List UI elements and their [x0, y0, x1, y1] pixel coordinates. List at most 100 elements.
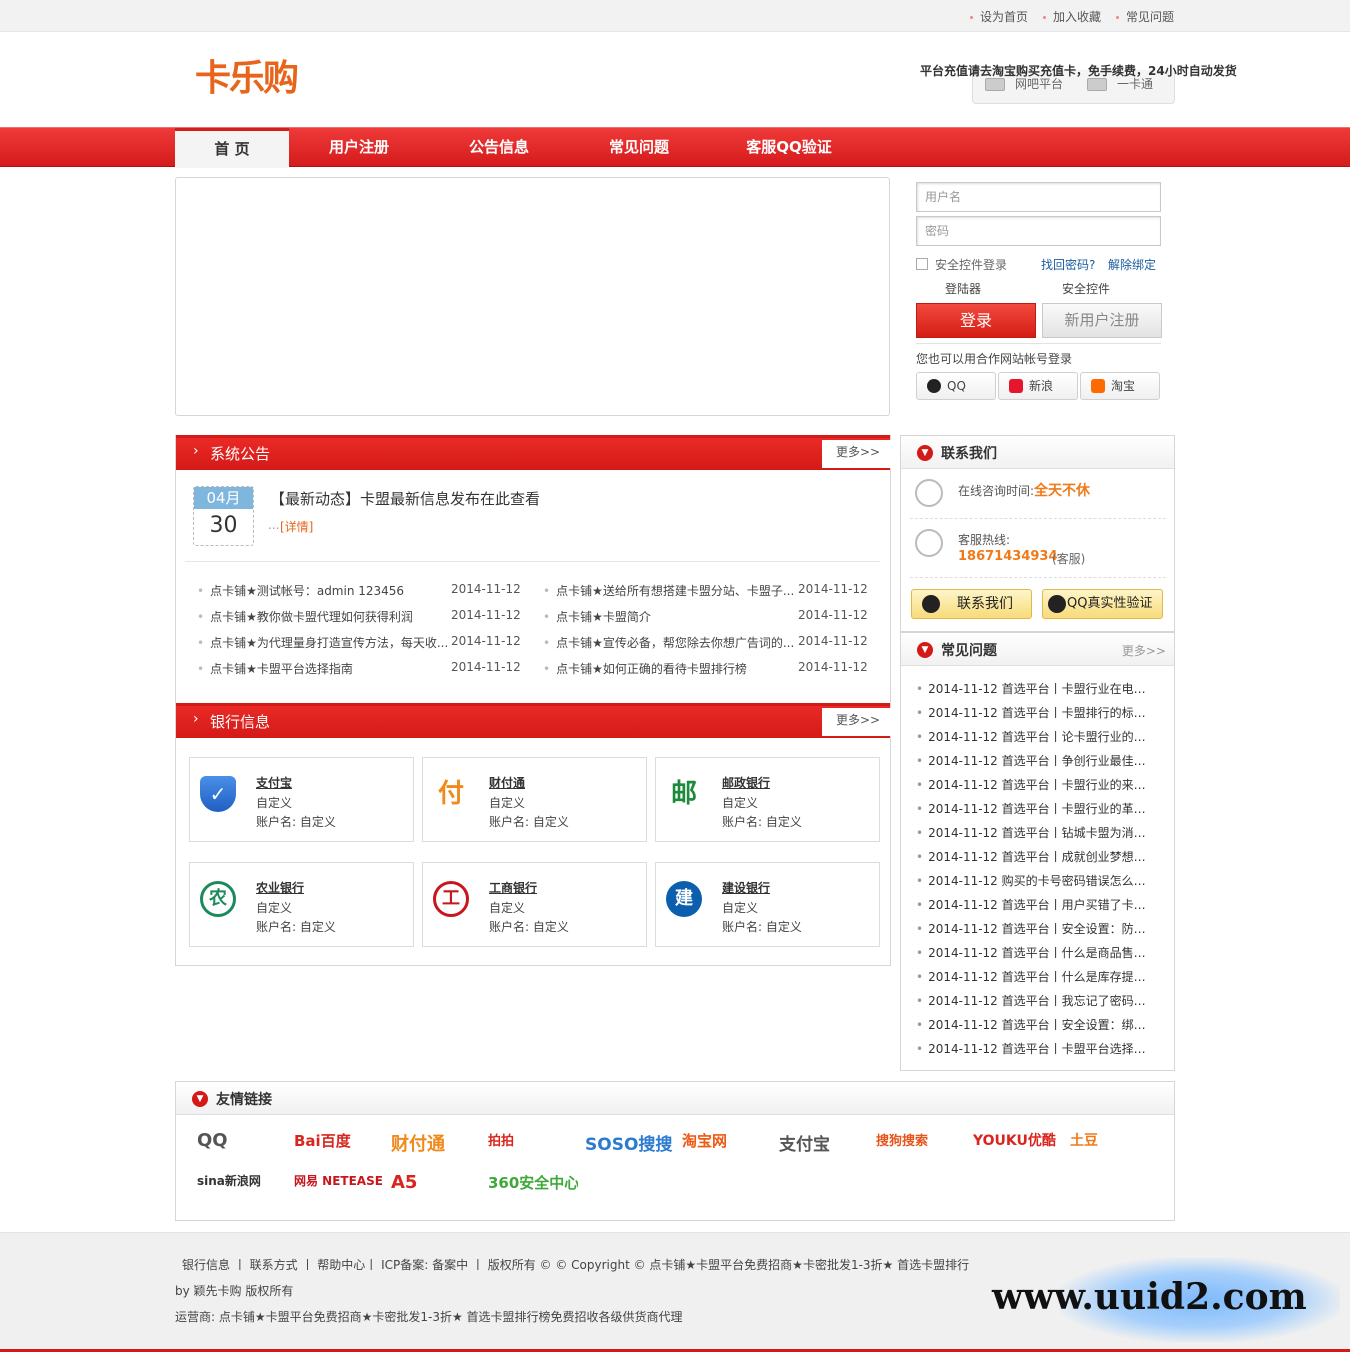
- hotline-note: (客服): [1052, 552, 1086, 566]
- nav-faq[interactable]: 常见问题: [589, 128, 689, 168]
- list-item[interactable]: 点卡铺★宣传必备，帮您除去你想广告词的...: [543, 634, 795, 651]
- list-item[interactable]: 点卡铺★送给所有想搭建卡盟分站、卡盟子...: [543, 582, 795, 599]
- list-item[interactable]: 2014-11-12 首选平台丨成就创业梦想之路: [916, 848, 1156, 865]
- list-item[interactable]: 点卡铺★为代理量身打造宣传方法，每天收...: [197, 634, 449, 651]
- featured-announcement-title[interactable]: 【最新动态】卡盟最新信息发布在此查看: [270, 488, 540, 509]
- bank-info-more-link[interactable]: 更多>>: [822, 708, 897, 736]
- announcement-divider: [185, 561, 880, 562]
- list-item[interactable]: 2014-11-12 首选平台丨卡盟行业的来龙...: [916, 776, 1156, 793]
- set-homepage-link[interactable]: 设为首页: [970, 8, 1028, 25]
- secure-control-link[interactable]: 安全控件: [1062, 280, 1110, 297]
- alipay-shield-icon: ✓: [200, 776, 236, 812]
- chevron-right-icon: ›: [193, 443, 199, 459]
- friend-link-logo[interactable]: 搜狗搜索: [876, 1130, 966, 1149]
- friend-link-logo[interactable]: 拍拍: [488, 1130, 578, 1149]
- list-item[interactable]: 2014-11-12 首选平台丨钻城卡盟为消费...: [916, 824, 1156, 841]
- list-item-date: 2014-11-12: [798, 608, 868, 622]
- bank-info-title: 银行信息: [210, 713, 271, 731]
- sina-login-button[interactable]: 新浪: [998, 372, 1078, 400]
- list-item[interactable]: 点卡铺★如何正确的看待卡盟排行榜: [543, 660, 795, 677]
- footer-links[interactable]: 银行信息 丨 联系方式 丨 帮助中心丨 ICP备案: 备案中 丨 版权所有 © …: [182, 1256, 969, 1273]
- friend-link-logo[interactable]: 财付通: [391, 1130, 481, 1156]
- bank-card-tenpay[interactable]: 付 财付通 自定义 账户名: 自定义: [422, 757, 647, 842]
- friend-link-logo[interactable]: QQ: [197, 1130, 287, 1151]
- faq-more-link[interactable]: 更多>>: [1122, 642, 1166, 659]
- friend-link-logo[interactable]: YOUKU优酷: [973, 1130, 1063, 1150]
- list-item[interactable]: 点卡铺★卡盟平台选择指南: [197, 660, 442, 677]
- friend-link-logo[interactable]: sina新浪网: [197, 1172, 287, 1189]
- list-item[interactable]: 2014-11-12 首选平台丨卡盟排行的标准...: [916, 704, 1156, 721]
- bank-card-icbc[interactable]: 工 工商银行 自定义 账户名: 自定义: [422, 862, 647, 947]
- footer-operator: 运营商: 点卡铺★卡盟平台免费招商★卡密批发1-3折★ 首选卡盟排行榜免费招收各…: [175, 1310, 683, 1324]
- list-item[interactable]: 2014-11-12 购买的卡号密码错误怎么办...: [916, 872, 1156, 889]
- list-item[interactable]: 2014-11-12 首选平台丨争创行业最佳卡...: [916, 752, 1156, 769]
- password-input[interactable]: [916, 216, 1161, 246]
- online-time-label: 在线咨询时间:: [958, 484, 1035, 498]
- featured-detail-link[interactable]: [详情]: [280, 518, 313, 535]
- list-item[interactable]: 点卡铺★教你做卡盟代理如何获得利润: [197, 608, 442, 625]
- announcements-header: › 系统公告: [176, 435, 890, 470]
- username-input[interactable]: [916, 182, 1161, 212]
- new-user-register-button[interactable]: 新用户注册: [1042, 303, 1162, 338]
- add-favorite-link[interactable]: 加入收藏: [1043, 8, 1101, 25]
- contact-divider: [910, 577, 1166, 578]
- faq-top-link[interactable]: 常见问题: [1116, 8, 1174, 25]
- friend-link-logo[interactable]: Bai百度: [294, 1130, 384, 1151]
- bank-card-agri[interactable]: 农 农业银行 自定义 账户名: 自定义: [189, 862, 414, 947]
- list-item[interactable]: 2014-11-12 首选平台丨安全设置：防止...: [916, 920, 1156, 937]
- list-item[interactable]: 点卡铺★测试帐号：admin 123456: [197, 582, 442, 599]
- friend-link-logo[interactable]: 支付宝: [779, 1130, 869, 1155]
- bank-name: 建设银行: [722, 881, 771, 895]
- bank-name: 邮政银行: [722, 776, 771, 790]
- ccb-icon: 建: [666, 881, 702, 917]
- forgot-password-link[interactable]: 找回密码?: [1041, 256, 1095, 273]
- bank-account: 账户名: 自定义: [722, 920, 802, 934]
- list-item[interactable]: 2014-11-12 首选平台丨卡盟行业的革命...: [916, 800, 1156, 817]
- friend-links-header: ▼ 友情链接: [176, 1082, 1174, 1115]
- list-item[interactable]: 2014-11-12 首选平台丨论卡盟行业的发...: [916, 728, 1156, 745]
- featured-day: 30: [209, 513, 238, 538]
- site-logo[interactable]: 卡乐购: [195, 56, 299, 102]
- list-item[interactable]: 点卡铺★卡盟简介: [543, 608, 795, 625]
- friend-link-logo[interactable]: 网易 NETEASE: [294, 1172, 384, 1189]
- nav-register[interactable]: 用户注册: [309, 128, 409, 168]
- featured-date-badge: 04月 30: [193, 486, 254, 546]
- login-divider: [916, 343, 1161, 344]
- nav-announcements[interactable]: 公告信息: [449, 128, 549, 168]
- list-item[interactable]: 2014-11-12 首选平台丨卡盟平台选择指南: [916, 1040, 1156, 1057]
- list-item[interactable]: 2014-11-12 首选平台丨什么是商品售价...: [916, 944, 1156, 961]
- secure-login-checkbox[interactable]: [916, 258, 928, 270]
- friend-link-logo[interactable]: SOSO搜搜: [585, 1130, 675, 1155]
- list-item[interactable]: 2014-11-12 首选平台丨用户买错了卡如...: [916, 896, 1156, 913]
- announcements-more-link[interactable]: 更多>>: [822, 440, 897, 468]
- list-item-date: 2014-11-12: [451, 660, 521, 674]
- icbc-icon: 工: [433, 881, 469, 917]
- taobao-login-button[interactable]: 淘宝: [1080, 372, 1160, 400]
- footer-copyright: by 颖先卡购 版权所有: [175, 1284, 294, 1298]
- list-item[interactable]: 2014-11-12 首选平台丨卡盟行业在电子...: [916, 680, 1156, 697]
- list-item[interactable]: 2014-11-12 首选平台丨什么是库存提取...: [916, 968, 1156, 985]
- bank-account: 账户名: 自定义: [489, 815, 569, 829]
- friend-links-title: 友情链接: [216, 1092, 272, 1108]
- friend-link-logo[interactable]: 土豆: [1070, 1130, 1160, 1150]
- qq-verify-button[interactable]: QQ真实性验证: [1042, 589, 1163, 619]
- weibo-icon: [1009, 379, 1023, 393]
- login-tool-link[interactable]: 登陆器: [945, 280, 981, 297]
- bank-card-ccb[interactable]: 建 建设银行 自定义 账户名: 自定义: [655, 862, 880, 947]
- login-button[interactable]: 登录: [916, 303, 1036, 338]
- list-item[interactable]: 2014-11-12 首选平台丨我忘记了密码该...: [916, 992, 1156, 1009]
- bank-card-postal[interactable]: 邮 邮政银行 自定义 账户名: 自定义: [655, 757, 880, 842]
- bank-custom: 自定义: [256, 901, 293, 915]
- friend-link-logo[interactable]: A5: [391, 1172, 481, 1193]
- qq-login-button[interactable]: QQ: [916, 372, 996, 400]
- nav-home[interactable]: 首 页: [175, 128, 289, 168]
- friend-link-logo[interactable]: 淘宝网: [682, 1130, 772, 1151]
- chevron-down-icon: ▼: [192, 1091, 208, 1107]
- list-item[interactable]: 2014-11-12 首选平台丨安全设置：绑定I...: [916, 1016, 1156, 1033]
- unbind-link[interactable]: 解除绑定: [1108, 256, 1156, 273]
- bank-card-alipay[interactable]: ✓ 支付宝 自定义 账户名: 自定义: [189, 757, 414, 842]
- friend-link-logo[interactable]: 360安全中心: [488, 1172, 578, 1193]
- main-nav: 首 页 用户注册 公告信息 常见问题 客服QQ验证: [0, 127, 1350, 168]
- nav-qq-verify[interactable]: 客服QQ验证: [729, 128, 849, 168]
- contact-us-button[interactable]: 联系我们: [911, 589, 1032, 619]
